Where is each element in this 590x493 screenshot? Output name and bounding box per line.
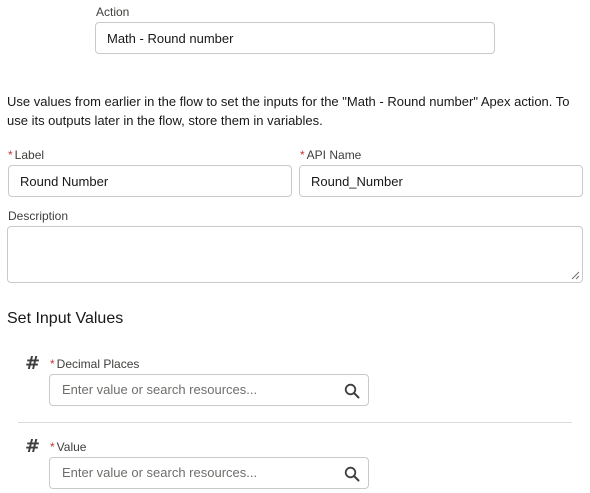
section-title: Set Input Values — [7, 310, 124, 327]
action-label: Action — [96, 5, 130, 19]
value-text: Value — [56, 440, 87, 454]
required-marker: * — [50, 440, 55, 454]
resize-grip-icon[interactable] — [571, 271, 580, 280]
number-type-icon: # — [25, 436, 41, 457]
value-label: * Value — [50, 440, 86, 454]
description-label: Description — [8, 209, 69, 223]
required-marker: * — [300, 148, 305, 162]
label-text: Label — [14, 148, 45, 162]
action-field[interactable]: Math - Round number — [95, 22, 495, 54]
value-input[interactable]: Enter value or search resources... — [49, 457, 369, 489]
required-marker: * — [50, 357, 55, 371]
label-input-value: Round Number — [20, 173, 109, 189]
search-icon[interactable] — [344, 466, 360, 482]
search-icon[interactable] — [344, 383, 360, 399]
decimal-places-label: * Decimal Places — [50, 357, 139, 371]
action-value: Math - Round number — [107, 30, 234, 46]
value-placeholder: Enter value or search resources... — [62, 465, 258, 480]
description-textarea[interactable] — [7, 226, 583, 283]
api-name-input[interactable]: Round_Number — [299, 165, 583, 197]
api-name-field-label: * API Name — [300, 148, 361, 162]
api-name-input-value: Round_Number — [311, 173, 403, 189]
number-type-icon: # — [25, 353, 41, 374]
decimal-places-text: Decimal Places — [56, 357, 140, 371]
decimal-places-placeholder: Enter value or search resources... — [62, 382, 258, 397]
label-field-label: * Label — [8, 148, 44, 162]
divider — [18, 422, 572, 423]
intro-text: Use values from earlier in the flow to s… — [7, 94, 570, 128]
decimal-places-input[interactable]: Enter value or search resources... — [49, 374, 369, 406]
label-input[interactable]: Round Number — [8, 165, 292, 197]
required-marker: * — [8, 148, 13, 162]
api-name-text: API Name — [306, 148, 362, 162]
